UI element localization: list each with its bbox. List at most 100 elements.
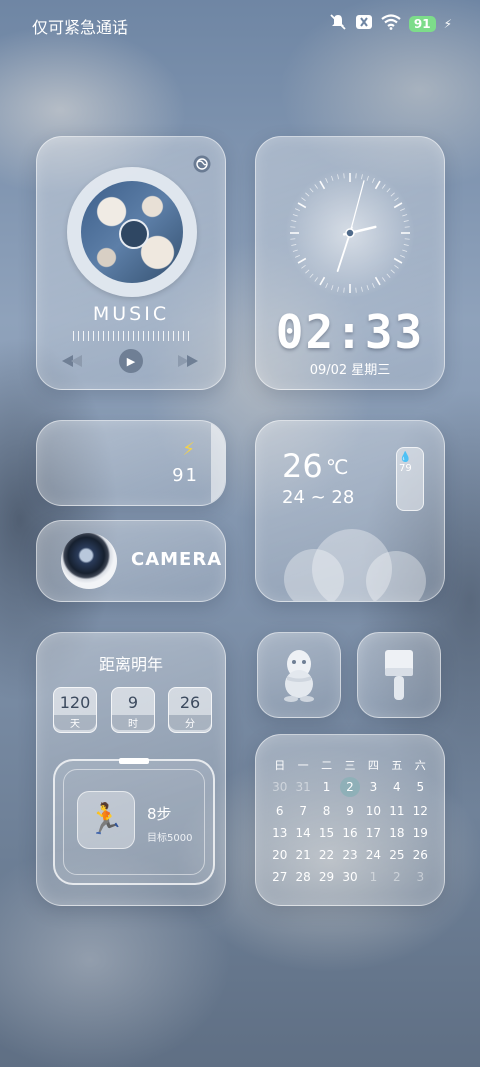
clock-tick: [319, 276, 326, 286]
clock-tick: [319, 180, 326, 190]
clock-tick: [400, 208, 405, 211]
clock-tick: [374, 276, 381, 286]
calendar-day[interactable]: 26: [409, 847, 432, 863]
countdown-widget[interactable]: 距离明年 120 天 9时 26 分 🏃 8步 目标5000: [36, 632, 226, 906]
calendar-day[interactable]: 23: [338, 847, 361, 863]
calendar-day[interactable]: 22: [315, 847, 338, 863]
clock-tick: [393, 257, 403, 264]
calendar-day[interactable]: 30: [268, 779, 291, 795]
clock-tick: [309, 273, 314, 278]
clock-tick: [402, 214, 408, 217]
calendar-day[interactable]: 24: [362, 847, 385, 863]
calendar-day[interactable]: 28: [291, 869, 314, 885]
step-goal: 目标5000: [147, 833, 193, 844]
charging-bolt-icon: ⚡: [182, 439, 195, 460]
step-count: 8步: [147, 805, 172, 823]
calendar-day[interactable]: 19: [409, 825, 432, 841]
hours-box: 9时: [111, 687, 155, 733]
globe-icon[interactable]: [193, 155, 211, 173]
minutes-box: 26 分: [168, 687, 212, 733]
clock-tick: [355, 287, 357, 293]
clock-tick: [301, 197, 306, 201]
status-icons: 91 ⚡: [329, 14, 452, 34]
droplet-icon: 💧: [399, 452, 412, 463]
play-button[interactable]: ▶: [119, 349, 143, 373]
clock-tick: [366, 175, 369, 181]
calendar-day[interactable]: 18: [385, 825, 408, 841]
clock-tick: [292, 214, 298, 217]
calendar-day[interactable]: 17: [362, 825, 385, 841]
calendar-day[interactable]: 6: [268, 803, 291, 819]
mute-icon: [329, 13, 347, 35]
calendar-widget[interactable]: 日一二三四五六 30 31 1 2 3 4 5 6 7 8 9 10 11 12 13 14 15 16 17 18 19…: [255, 734, 445, 906]
clock-tick: [309, 188, 314, 193]
clock-widget[interactable]: 02:33 09/02 星期三: [255, 136, 445, 390]
clock-tick: [366, 285, 369, 291]
theme-app-tile[interactable]: [357, 632, 441, 718]
calendar-day[interactable]: 5: [409, 779, 432, 795]
calendar-weekday-header: 五: [391, 759, 403, 772]
clock-tick: [403, 244, 409, 246]
calendar-weekday-header: 二: [321, 759, 333, 772]
clock-tick: [314, 184, 318, 189]
calendar-day[interactable]: 31: [291, 779, 314, 795]
next-button[interactable]: [175, 349, 201, 373]
camera-widget[interactable]: CAMERA: [36, 520, 226, 602]
clock-tick: [291, 244, 297, 246]
calendar-day[interactable]: 16: [338, 825, 361, 841]
calendar-day[interactable]: 29: [315, 869, 338, 885]
qq-penguin-icon: [284, 650, 314, 702]
calendar-day[interactable]: 1: [362, 869, 385, 885]
clock-tick: [390, 192, 395, 197]
clock-tick: [325, 283, 328, 288]
clock-tick: [290, 226, 296, 228]
calendar-day[interactable]: 25: [385, 847, 408, 863]
qq-app-tile[interactable]: [257, 632, 341, 718]
calendar-weekday-header: 六: [414, 759, 426, 772]
step-counter[interactable]: 🏃 8步 目标5000: [53, 758, 215, 885]
clock-tick: [404, 238, 410, 240]
clock-tick: [292, 249, 298, 252]
calendar-day[interactable]: 20: [268, 847, 291, 863]
calendar-day[interactable]: 13: [268, 825, 291, 841]
calendar-day[interactable]: 8: [315, 803, 338, 819]
previous-button[interactable]: [59, 349, 85, 373]
progress-scale[interactable]: [73, 331, 189, 341]
calendar-day[interactable]: 2: [385, 869, 408, 885]
days-box: 120 天: [53, 687, 97, 733]
calendar-day[interactable]: 14: [291, 825, 314, 841]
humidity-gauge: 💧79: [396, 447, 424, 511]
current-temperature: 26: [282, 447, 323, 485]
calendar-day[interactable]: 4: [385, 779, 408, 795]
clock-tick: [331, 175, 334, 181]
calendar-day[interactable]: 10: [362, 803, 385, 819]
calendar-day[interactable]: 21: [291, 847, 314, 863]
clock-tick: [291, 220, 297, 222]
clock-tick: [386, 188, 391, 193]
disc-center: [119, 219, 149, 249]
music-label: MUSIC: [92, 303, 170, 325]
calendar-day[interactable]: 27: [268, 869, 291, 885]
calendar-day[interactable]: 9: [338, 803, 361, 819]
calendar-day[interactable]: 2: [339, 777, 360, 797]
clock-tick: [295, 208, 300, 211]
calendar-day[interactable]: 12: [409, 803, 432, 819]
battery-widget[interactable]: ⚡ 91: [36, 420, 226, 506]
music-widget[interactable]: MUSIC ▶: [36, 136, 226, 390]
clock-tick: [290, 238, 296, 240]
calendar-day[interactable]: 3: [362, 779, 385, 795]
temperature-unit: ℃: [326, 455, 349, 479]
digital-time: 02:33: [275, 305, 425, 359]
status-carrier-text: 仅可紧急通话: [32, 18, 129, 37]
calendar-day[interactable]: 15: [315, 825, 338, 841]
calendar-day[interactable]: 11: [385, 803, 408, 819]
clock-tick: [361, 174, 363, 180]
weather-widget[interactable]: 26 ℃ 24 ~ 28 💧79: [255, 420, 445, 602]
wifi-icon: [381, 14, 401, 34]
clock-tick: [337, 286, 339, 292]
calendar-day[interactable]: 3: [409, 869, 432, 885]
humidity-value: 💧79: [399, 452, 412, 474]
calendar-day[interactable]: 7: [291, 803, 314, 819]
calendar-day[interactable]: 30: [338, 869, 361, 885]
calendar-day[interactable]: 1: [315, 779, 338, 795]
